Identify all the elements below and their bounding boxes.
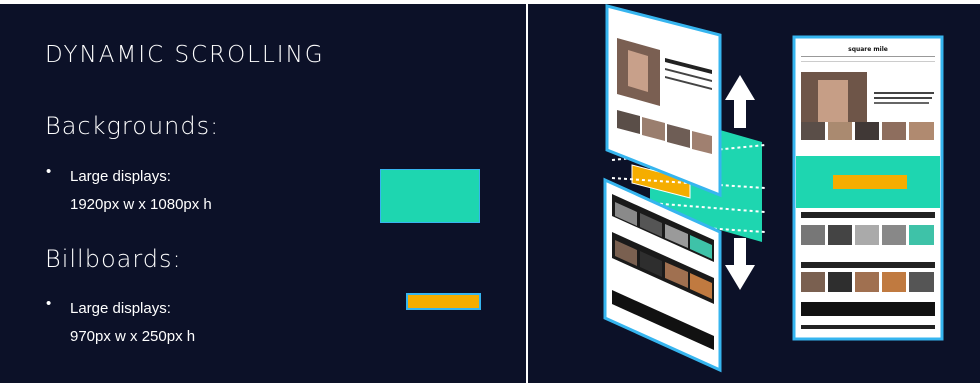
site-name: square mile: [848, 46, 888, 53]
layers-illustration: square mile: [603, 4, 944, 373]
upper-page-layer: [605, 4, 722, 198]
flat-page-mock: [792, 35, 944, 341]
